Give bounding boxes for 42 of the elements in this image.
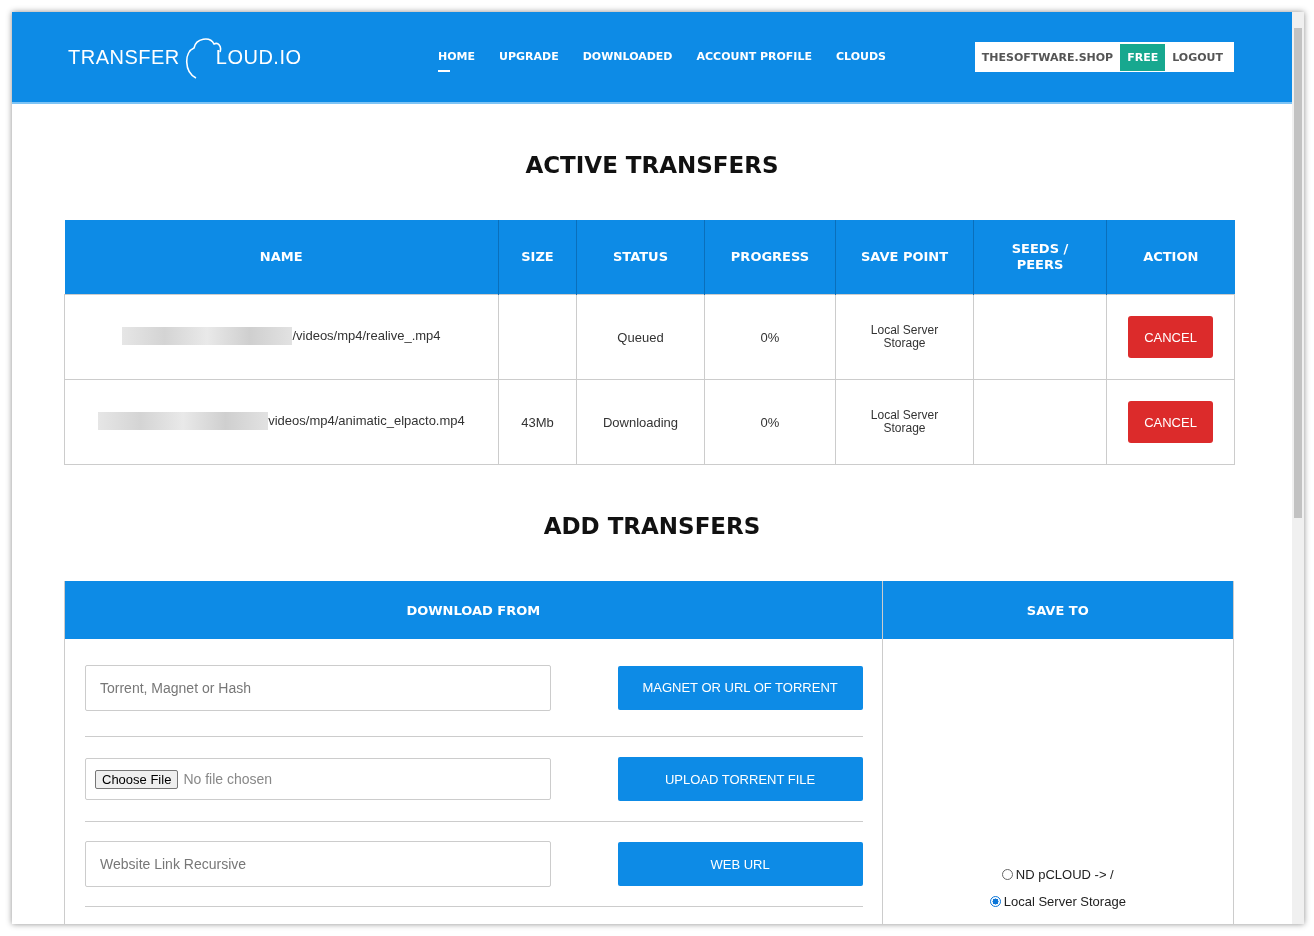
site-link[interactable]: THESOFTWARE.SHOP	[974, 50, 1121, 64]
save-point-cell: Local Server Storage	[835, 294, 974, 380]
column-header: SIZE	[498, 220, 577, 295]
file-status: No file chosen	[183, 771, 273, 787]
logout-link[interactable]: LOGOUT	[1165, 50, 1230, 64]
submit-button[interactable]: WEB URL	[617, 842, 863, 886]
progress-cell: 0%	[704, 379, 836, 465]
cancel-button[interactable]: CANCEL	[1128, 316, 1213, 358]
column-header: STATUS	[576, 220, 705, 295]
file-path: /videos/mp4/realive_.mp4	[292, 328, 441, 343]
nav-link[interactable]: DOWNLOADED	[582, 42, 673, 72]
nav-link[interactable]: HOME	[438, 42, 476, 72]
save-point-cell: Local Server Storage	[835, 379, 974, 465]
nav-link[interactable]: CLOUDS	[836, 42, 886, 72]
nav-link[interactable]: ACCOUNT PROFILE	[696, 42, 812, 72]
column-header: DOWNLOAD FROM	[65, 581, 882, 639]
nav-link[interactable]: UPGRADE	[499, 42, 559, 72]
logo[interactable]: TRANSFER LOUD.IO	[68, 34, 438, 80]
input-field[interactable]: Torrent, Magnet or Hash	[85, 664, 551, 711]
radio-option[interactable]: ND pCLOUD -> /	[1001, 867, 1114, 882]
column-header: SAVE TO	[882, 581, 1233, 639]
section-title: ACTIVE TRANSFERS	[524, 151, 780, 180]
section-title: ADD TRANSFERS	[542, 512, 762, 541]
file-field[interactable]: Choose File No file chosen	[85, 758, 551, 800]
submit-button[interactable]: MAGNET OR URL OF TORRENT	[617, 665, 863, 710]
choose-file-button[interactable]: Choose File	[95, 769, 179, 789]
plan-badge: FREE	[1120, 43, 1166, 71]
file-path: videos/mp4/animatic_elpacto.mp4	[268, 413, 465, 428]
radio-option[interactable]: Local Server Storage	[989, 894, 1126, 909]
status-cell: Queued	[576, 294, 705, 380]
column-header: NAME	[64, 220, 499, 295]
status-cell: Downloading	[576, 379, 705, 465]
cancel-button[interactable]: CANCEL	[1128, 401, 1213, 443]
progress-cell: 0%	[704, 294, 836, 380]
input-field[interactable]: Website Link Recursive	[85, 841, 551, 887]
radio-icon[interactable]	[989, 896, 1001, 907]
column-header: ACTION	[1106, 220, 1235, 295]
size-cell: 43Mb	[498, 379, 577, 465]
column-header: SEEDS / PEERS	[973, 220, 1107, 295]
column-header: PROGRESS	[704, 220, 836, 295]
submit-button[interactable]: UPLOAD TORRENT FILE	[617, 757, 863, 801]
column-header: SAVE POINT	[835, 220, 974, 295]
